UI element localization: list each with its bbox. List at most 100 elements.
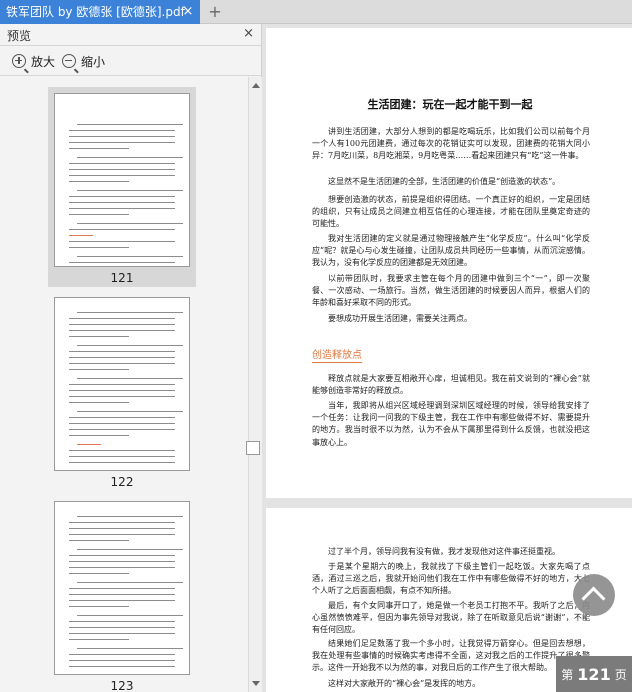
- thumbnail-text-line: [69, 235, 93, 236]
- tab-bar: 铁军团队 by 欧德张 [欧德张].pdf × +: [0, 0, 632, 24]
- thumbnail-text-line: [69, 423, 175, 424]
- zoom-in-label: 放大: [31, 54, 56, 69]
- thumbnail-text-line: [69, 357, 175, 358]
- preview-sidebar: 预览 × 放大 缩小 121 122 123: [0, 24, 262, 692]
- sidebar-scrollbar[interactable]: [248, 77, 262, 692]
- thumbnail-text-line: [69, 627, 175, 628]
- thumbnail-text-line: [69, 384, 175, 385]
- document-page: 生活团建：玩在一起才能干到一起 讲到生活团建，大部分人想到的都是吃喝玩乐，比如我…: [266, 28, 632, 498]
- scrollbar-thumb[interactable]: [246, 441, 260, 455]
- sidebar-close-icon[interactable]: ×: [243, 26, 254, 41]
- thumbnail-text-line: [69, 588, 175, 589]
- zoom-out-icon: [62, 54, 76, 68]
- thumbnail-text-line: [69, 639, 129, 640]
- paragraph: 当年，我即将从组兴区域经理调到深圳区域经理的时候，领导给我安排了一个任务：让我问…: [312, 401, 590, 447]
- thumbnail-text-line: [77, 378, 183, 379]
- paragraph: 释放点就是大家要互相敞开心扉，坦诚相见。我在前文说到的“裸心会”就能够创造非常好…: [312, 374, 590, 396]
- thumbnail-text-line: [69, 534, 175, 535]
- thumbnail-text-line: [77, 411, 183, 412]
- thumbnail-text-line: [69, 561, 175, 562]
- zoom-toolbar: 放大 缩小: [0, 46, 262, 76]
- tab-title: 铁军团队 by 欧德张 [欧德张].pdf: [6, 5, 185, 19]
- zoom-out-label: 缩小: [81, 54, 106, 69]
- thumbnail-list: 121 122 123: [0, 77, 248, 692]
- thumbnail-page-123[interactable]: 123: [48, 495, 196, 692]
- paragraph: 过了半个月，领导问我有没有做，我才发现他对这件事还挺重视。: [328, 547, 560, 556]
- thumbnail-text-line: [69, 336, 129, 337]
- sidebar-title: 预览: [7, 29, 32, 43]
- thumbnail-page-number: 123: [110, 679, 134, 692]
- thumbnail-text-line: [69, 573, 129, 574]
- thumbnail-text-line: [69, 555, 175, 556]
- paragraph: 讲到生活团建，大部分人想到的都是吃喝玩乐，比如我们公司以前每个月一个人有100元…: [312, 127, 590, 161]
- thumbnail-text-line: [77, 516, 183, 517]
- thumbnail-text-line: [69, 208, 175, 209]
- thumbnail-text-line: [69, 522, 175, 523]
- paragraph: 要想成功开展生活团建，需要关注两点。: [328, 314, 472, 323]
- thumbnail-text-line: [69, 462, 175, 463]
- thumbnail-text-line: [77, 157, 183, 158]
- tab-close-icon[interactable]: ×: [182, 0, 194, 24]
- thumbnail-text-line: [69, 654, 175, 655]
- thumbnail-text-line: [77, 615, 183, 616]
- zoom-in-icon: [12, 54, 26, 68]
- thumbnail-text-line: [69, 181, 129, 182]
- thumbnail-text-line: [69, 390, 175, 391]
- thumbnail-page-121[interactable]: 121: [48, 87, 196, 287]
- thumbnail-image: [54, 501, 190, 675]
- thumbnail-text-line: [69, 202, 175, 203]
- thumbnail-text-line: [69, 324, 175, 325]
- thumbnail-text-line: [69, 429, 175, 430]
- thumbnail-text-line: [69, 456, 175, 457]
- thumbnail-text-line: [77, 256, 183, 257]
- thumbnail-page-122[interactable]: 122: [48, 291, 196, 491]
- thumbnail-text-line: [69, 363, 175, 364]
- thumbnail-text-line: [69, 417, 175, 418]
- thumbnail-text-line: [69, 214, 129, 215]
- thumbnail-text-line: [69, 148, 129, 149]
- scroll-down-icon[interactable]: [252, 681, 260, 686]
- thumbnail-text-line: [69, 196, 175, 197]
- back-to-top-button[interactable]: [573, 574, 615, 616]
- page-indicator-number: 121: [577, 664, 611, 684]
- thumbnail-text-line: [69, 402, 129, 403]
- thumbnail-page-number: 122: [110, 475, 134, 489]
- thumbnail-text-line: [69, 396, 175, 397]
- thumbnail-text-line: [77, 549, 183, 550]
- thumbnail-text-line: [77, 190, 183, 191]
- document-tab[interactable]: 铁军团队 by 欧德张 [欧德张].pdf ×: [0, 0, 200, 24]
- paragraph: 想要创造激的状态，前提是组织得团结。一个真正好的组织，一定是团结的组织，只有让成…: [312, 195, 590, 229]
- zoom-in-button[interactable]: 放大: [12, 52, 55, 70]
- thumbnail-text-line: [69, 540, 129, 541]
- thumbnail-text-line: [69, 169, 175, 170]
- thumbnail-text-line: [77, 444, 101, 445]
- thumbnail-text-line: [69, 567, 175, 568]
- thumbnail-text-line: [69, 136, 175, 137]
- thumbnail-text-line: [69, 262, 175, 263]
- thumbnail-text-line: [69, 435, 129, 436]
- sidebar-header: 预览 ×: [0, 24, 262, 46]
- paragraph: 这显然不是生活团建的全部，生活团建的价值是“创造激的状态”。: [328, 177, 561, 186]
- page-title: 生活团建：玩在一起才能干到一起: [367, 98, 533, 111]
- thumbnail-text-line: [77, 124, 183, 125]
- new-tab-button[interactable]: +: [206, 2, 224, 22]
- thumbnail-text-line: [77, 223, 183, 224]
- thumbnail-text-line: [69, 241, 175, 242]
- thumbnail-text-line: [69, 600, 175, 601]
- thumbnail-image: [54, 297, 190, 471]
- thumbnail-text-line: [69, 369, 129, 370]
- zoom-out-button[interactable]: 缩小: [62, 52, 105, 70]
- paragraph: 于是某个星期六的晚上，我就找了下级主管们一起吃饭。大家先喝了点酒，酒过三巡之后，…: [312, 562, 590, 596]
- paragraph: 最后，有个女同事开口了，她是做一个老员工打抱不平。我听了之后，内心虽然愤愤难平，…: [312, 601, 590, 635]
- thumbnail-text-line: [69, 142, 175, 143]
- thumbnail-text-line: [69, 633, 175, 634]
- thumbnail-text-line: [69, 666, 175, 667]
- thumbnail-text-line: [69, 660, 175, 661]
- scroll-up-icon[interactable]: [252, 83, 260, 88]
- thumbnail-text-line: [69, 247, 129, 248]
- thumbnail-text-line: [77, 648, 183, 649]
- paragraph: 这样对大家敞开的“裸心会”是发挥的地方。: [328, 679, 481, 688]
- paragraph: 结果她们足足数落了我一个多小时，让我觉得万箭穿心。但是回去想想，我在处理有些事情…: [312, 639, 590, 673]
- paragraph: 我对生活团建的定义就是通过物理接触产生“化学反应”。什么叫“化学反应”呢？就是心…: [312, 234, 590, 268]
- thumbnail-text-line: [69, 528, 175, 529]
